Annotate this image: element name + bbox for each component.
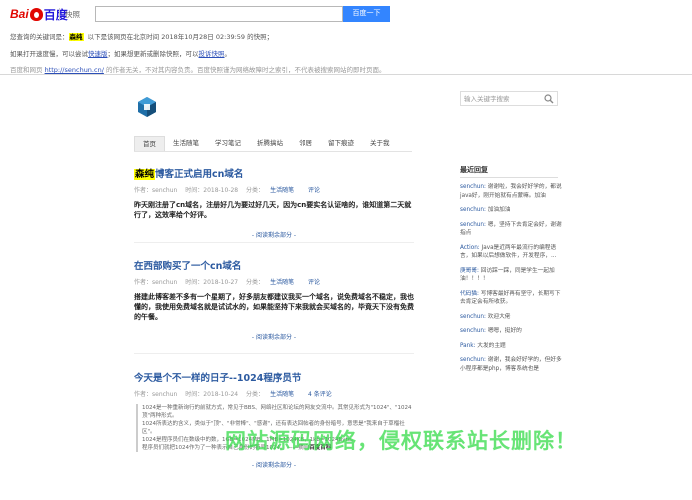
- reply-item[interactable]: senchun: 嗯嗯，挺好的: [460, 327, 562, 336]
- snapshot-options-line: 如果打开速度慢，可以尝试快速版；如果想更新或删除快照，可以投诉快照。: [10, 50, 231, 58]
- recent-replies-title: 最近回复: [460, 166, 488, 174]
- nav-study[interactable]: 学习笔记: [207, 136, 249, 151]
- post-1: 森纯博客正式启用cn域名 作者：senchun 时间：2018-10-28 分类…: [134, 166, 414, 239]
- blog-search-input[interactable]: [461, 92, 541, 105]
- baidu-search-button[interactable]: 百度一下: [343, 6, 390, 22]
- post-meta: 作者：senchun 时间：2018-10-27 分类： 生活随笔 评论: [134, 279, 321, 286]
- reply-item[interactable]: senchun: 谢谢，我会好好学的，但好多小程序都是php，博客系统也是: [460, 356, 562, 373]
- post-title[interactable]: 今天是个不一样的日子--1024程序员节: [134, 370, 414, 384]
- post-comment-link[interactable]: 4 条评论: [308, 391, 332, 398]
- post-title[interactable]: 森纯博客正式启用cn域名: [134, 166, 414, 180]
- snapshot-label: 快照: [65, 10, 80, 19]
- search-icon[interactable]: [544, 94, 554, 104]
- baidu-paw-icon: [29, 7, 43, 21]
- post-comment-link[interactable]: 评论: [308, 279, 320, 286]
- fast-version-link[interactable]: 快速版: [88, 50, 108, 58]
- blog-logo-icon[interactable]: [136, 96, 158, 118]
- nav-about[interactable]: 关于我: [362, 136, 398, 151]
- post-meta: 作者：senchun 时间：2018-10-28 分类： 生活随笔 评论: [134, 187, 321, 194]
- reply-item[interactable]: senchun: 嗯，坚持下去肯定会好，谢谢指点: [460, 221, 562, 238]
- nav-life[interactable]: 生活随笔: [165, 136, 207, 151]
- reply-item[interactable]: senchun: 谢谢啦，我会好好学的，都说java好，刚开始就有点蒙嘛。加油: [460, 183, 562, 200]
- nav-tinker[interactable]: 折腾搞站: [249, 136, 291, 151]
- nav-guestbook[interactable]: 留下痕迹: [320, 136, 362, 151]
- read-more-link[interactable]: - 阅读剩余部分 -: [134, 332, 414, 341]
- sidebar-divider: [460, 177, 558, 178]
- recent-replies-list: senchun: 谢谢啦，我会好好学的，都说java好，刚开始就有点蒙嘛。加油 …: [460, 183, 562, 379]
- query-keyword: 森纯: [68, 33, 84, 41]
- post-category-link[interactable]: 生活随笔: [270, 279, 294, 286]
- reply-item[interactable]: senchun: 加油加油: [460, 206, 562, 215]
- baidu-search-input[interactable]: [95, 6, 343, 22]
- snapshot-disclaimer: 百度和网页 http://senchun.cn/ 的作者无关，不对其内容负责。百…: [10, 66, 386, 74]
- post-category-link[interactable]: 生活随笔: [270, 391, 294, 398]
- watermark-text: 网站源码网络，侵权联系站长删除！: [225, 429, 577, 453]
- post-divider: [134, 242, 414, 243]
- post-title[interactable]: 在西部购买了一个cn域名: [134, 258, 414, 272]
- reply-item[interactable]: 庚哥哥: 回访踩一踩，同是学生一起加油！！！！: [460, 267, 562, 284]
- nav-home[interactable]: 首页: [134, 136, 165, 151]
- source-url-link[interactable]: http://senchun.cn/: [45, 66, 104, 74]
- reply-item[interactable]: 代码猫: 写博客最好再有坚守，长期写下去肯定会有所收获。: [460, 290, 562, 307]
- post-comment-link[interactable]: 评论: [308, 187, 320, 194]
- post-excerpt: 昨天刚注册了cn域名，注册好几为要过好几天，因为cn要实名认证啥的，谁知道第二天…: [134, 201, 412, 219]
- post-divider: [134, 353, 414, 354]
- reply-item[interactable]: Pank: 大发的主题: [460, 342, 562, 351]
- post-excerpt: 搭建此博客差不多有一个星期了，好多朋友都建议我买一个域名，说免费域名不稳定，我也…: [134, 293, 414, 321]
- reply-item[interactable]: Action: Java是近两年最流行的编程语言，如果以后想做软件，开发程序，.…: [460, 244, 562, 261]
- baidu-snapshot-header: Bai 百度 快照 百度一下 您查询的关键词是：森纯 以下是该网页在北京时间 2…: [0, 0, 692, 75]
- read-more-link[interactable]: - 阅读剩余部分 -: [134, 230, 414, 239]
- reply-item[interactable]: senchun: 欢迎大佬: [460, 313, 562, 322]
- post-meta: 作者：senchun 时间：2018-10-24 分类： 生活随笔 4 条评论: [134, 391, 332, 398]
- post-category-link[interactable]: 生活随笔: [270, 187, 294, 194]
- baidu-logo-text: Bai: [10, 7, 29, 21]
- read-more-link[interactable]: - 阅读剩余部分 -: [134, 460, 414, 469]
- nav-neighbors[interactable]: 邻居: [291, 136, 320, 151]
- header-divider: [59, 8, 60, 20]
- blog-nav: 首页 生活随笔 学习笔记 折腾搞站 邻居 留下痕迹 关于我: [134, 136, 412, 152]
- post-2: 在西部购买了一个cn域名 作者：senchun 时间：2018-10-27 分类…: [134, 258, 414, 341]
- report-snapshot-link[interactable]: 投诉快照: [199, 50, 225, 58]
- snapshot-query-line: 您查询的关键词是：森纯 以下是该网页在北京时间 2018年10月28日 02:3…: [10, 33, 274, 41]
- blog-search-box[interactable]: [460, 91, 558, 106]
